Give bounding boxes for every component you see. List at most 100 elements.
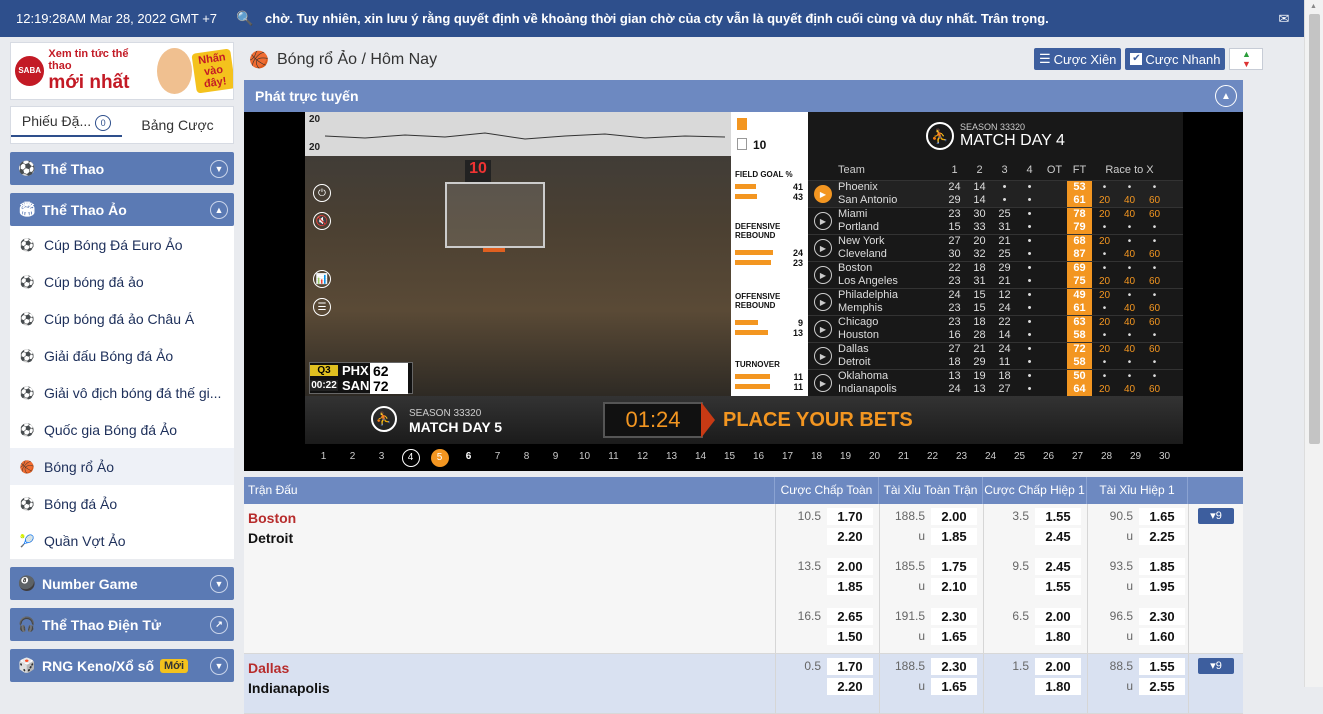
result-row[interactable]: ▶ Oklahoma Indianapolis 13 24 19 13 18 27 • • 50 64 •… (808, 369, 1183, 396)
matchday-30[interactable]: 30 (1150, 449, 1179, 467)
matchday-14[interactable]: 14 (686, 449, 715, 467)
chevron-up-icon[interactable]: ▲ (1215, 85, 1237, 107)
matchday-21[interactable]: 21 (889, 449, 918, 467)
scrollbar-thumb[interactable] (1309, 14, 1320, 444)
sidebar-item-virtual-basketball[interactable]: 🏀 Bóng rổ Ảo (10, 448, 234, 485)
tab-bet-list[interactable]: Bảng Cược (122, 117, 233, 133)
result-row[interactable]: ▶ Chicago Houston 23 16 18 28 22 14 • • 63 58 20 40 60 •… (808, 315, 1183, 342)
matchday-12[interactable]: 12 (628, 449, 657, 467)
result-row[interactable]: ▶ Phoenix San Antonio 24 29 14 14 • • • • 53 61 • • • 20… (808, 180, 1183, 207)
sidebar-item-virtual-soccer[interactable]: ⚽ Bóng đá Ảo (10, 485, 234, 522)
odds-button[interactable]: 2.30 (931, 658, 977, 675)
matchday-19[interactable]: 19 (831, 449, 860, 467)
odds-button[interactable]: 1.60 (1139, 628, 1185, 645)
odds-button[interactable]: 1.75 (931, 558, 977, 575)
odds-button[interactable]: 1.55 (1035, 508, 1081, 525)
odds-button[interactable]: 2.10 (931, 578, 977, 595)
chevron-up-icon[interactable]: ▲ (210, 200, 228, 219)
quick-bet-button[interactable]: ✔ Cược Nhanh (1125, 48, 1226, 70)
play-icon[interactable]: ▶ (814, 347, 832, 365)
sort-toggle[interactable]: ▲ ▼ (1229, 48, 1264, 70)
matchday-23[interactable]: 23 (947, 449, 976, 467)
odds-button[interactable]: 2.20 (827, 528, 873, 545)
matchday-15[interactable]: 15 (715, 449, 744, 467)
matchday-24[interactable]: 24 (976, 449, 1005, 467)
odds-button[interactable]: 2.00 (827, 558, 873, 575)
matchday-26[interactable]: 26 (1034, 449, 1063, 467)
team-home[interactable]: Boston (248, 510, 296, 526)
odds-button[interactable]: 2.25 (1139, 528, 1185, 545)
team-away[interactable]: Indianapolis (248, 680, 330, 696)
stats-icon[interactable]: 📊 (313, 270, 331, 288)
odds-button[interactable]: 1.65 (931, 628, 977, 645)
matchday-9[interactable]: 9 (541, 449, 570, 467)
more-markets-button[interactable]: ▾9 (1198, 508, 1234, 524)
mute-icon[interactable]: 🔇 (313, 212, 331, 230)
power-icon[interactable]: ⏻ (313, 184, 331, 202)
odds-button[interactable]: 1.85 (1139, 558, 1185, 575)
matchday-7[interactable]: 7 (483, 449, 512, 467)
matchday-17[interactable]: 17 (773, 449, 802, 467)
play-icon[interactable]: ▶ (814, 293, 832, 311)
sidebar-cat-number-game[interactable]: 🎱 Number Game ▼ (10, 567, 234, 600)
result-row[interactable]: ▶ New York Cleveland 27 30 20 32 21 25 • • 68 87 20 • •… (808, 234, 1183, 261)
play-icon[interactable]: ▶ (814, 212, 832, 230)
chevron-down-icon[interactable]: ▼ (210, 574, 228, 593)
tab-bet-slip[interactable]: Phiếu Đặ... 0 (11, 113, 122, 137)
matchday-22[interactable]: 22 (918, 449, 947, 467)
matchday-13[interactable]: 13 (657, 449, 686, 467)
odds-button[interactable]: 1.55 (1139, 658, 1185, 675)
sidebar-item-nation[interactable]: ⚽ Quốc gia Bóng đá Ảo (10, 411, 234, 448)
play-icon[interactable]: ▶ (814, 239, 832, 257)
odds-button[interactable]: 2.65 (827, 608, 873, 625)
matchday-5[interactable]: 5 (425, 448, 454, 467)
odds-button[interactable]: 2.00 (1035, 608, 1081, 625)
matchday-25[interactable]: 25 (1005, 449, 1034, 467)
odds-button[interactable]: 2.00 (931, 508, 977, 525)
live-stream-header[interactable]: Phát trực tuyến ▲ (244, 80, 1243, 112)
result-row[interactable]: ▶ Dallas Detroit 27 18 21 29 24 11 • • 72 58 20 40 60 • •… (808, 342, 1183, 369)
result-row[interactable]: ▶ Philadelphia Memphis 24 23 15 15 12 24 • • 49 61 20… (808, 288, 1183, 315)
matchday-3[interactable]: 3 (367, 449, 396, 467)
play-icon[interactable]: ▶ (814, 374, 832, 392)
odds-button[interactable]: 1.80 (1035, 628, 1081, 645)
matchday-18[interactable]: 18 (802, 449, 831, 467)
matchday-11[interactable]: 11 (599, 449, 628, 467)
sidebar-item-virtual-cup[interactable]: ⚽ Cúp bóng đá ảo (10, 263, 234, 300)
matchday-10[interactable]: 10 (570, 449, 599, 467)
sidebar-item-euro-virtual[interactable]: ⚽ Cúp Bóng Đá Euro Ảo (10, 226, 234, 263)
odds-button[interactable]: 1.70 (827, 658, 873, 675)
result-row[interactable]: ▶ Miami Portland 23 15 30 33 25 31 • • 78 79 20 40 60 • •… (808, 207, 1183, 234)
matchday-29[interactable]: 29 (1121, 449, 1150, 467)
odds-button[interactable]: 1.95 (1139, 578, 1185, 595)
odds-button[interactable]: 1.55 (1035, 578, 1081, 595)
list-icon[interactable]: ☰ (313, 298, 331, 316)
matchday-4[interactable]: 4 (396, 448, 425, 467)
matchday-20[interactable]: 20 (860, 449, 889, 467)
mail-icon[interactable]: ✉ (1264, 11, 1304, 27)
sidebar-item-world-cup[interactable]: ⚽ Giải vô địch bóng đá thế gi... (10, 374, 234, 411)
sidebar-cat-keno[interactable]: 🎲 RNG Keno/Xổ số Mới ▼ (10, 649, 234, 682)
team-away[interactable]: Detroit (248, 530, 296, 546)
matchday-16[interactable]: 16 (744, 449, 773, 467)
odds-button[interactable]: 2.30 (1139, 608, 1185, 625)
odds-button[interactable]: 2.30 (931, 608, 977, 625)
odds-button[interactable]: 1.50 (827, 628, 873, 645)
result-row[interactable]: ▶ Boston Los Angeles 22 23 18 31 29 21 • • 69 75 • • • 2… (808, 261, 1183, 288)
team-home[interactable]: Dallas (248, 660, 330, 676)
matchday-8[interactable]: 8 (512, 449, 541, 467)
matchday-6[interactable]: 6 (454, 449, 483, 467)
odds-button[interactable]: 2.00 (1035, 658, 1081, 675)
parlay-button[interactable]: ☰ Cược Xiên (1034, 48, 1122, 70)
sidebar-cat-virtual[interactable]: 🏟 Thể Thao Ảo ▲ (10, 193, 234, 226)
banner-promo[interactable]: Nhấn vào đây! (191, 48, 233, 94)
odds-button[interactable]: 2.45 (1035, 528, 1081, 545)
play-icon[interactable]: ▶ (814, 266, 832, 284)
chevron-down-icon[interactable]: ▼ (210, 159, 228, 178)
matchday-1[interactable]: 1 (309, 449, 338, 467)
search-icon[interactable]: 🔍 (225, 10, 265, 27)
odds-button[interactable]: 1.65 (1139, 508, 1185, 525)
play-icon[interactable]: ▶ (814, 185, 832, 203)
chevron-down-icon[interactable]: ▼ (210, 656, 228, 675)
page-scrollbar[interactable]: ▲ (1304, 0, 1323, 687)
